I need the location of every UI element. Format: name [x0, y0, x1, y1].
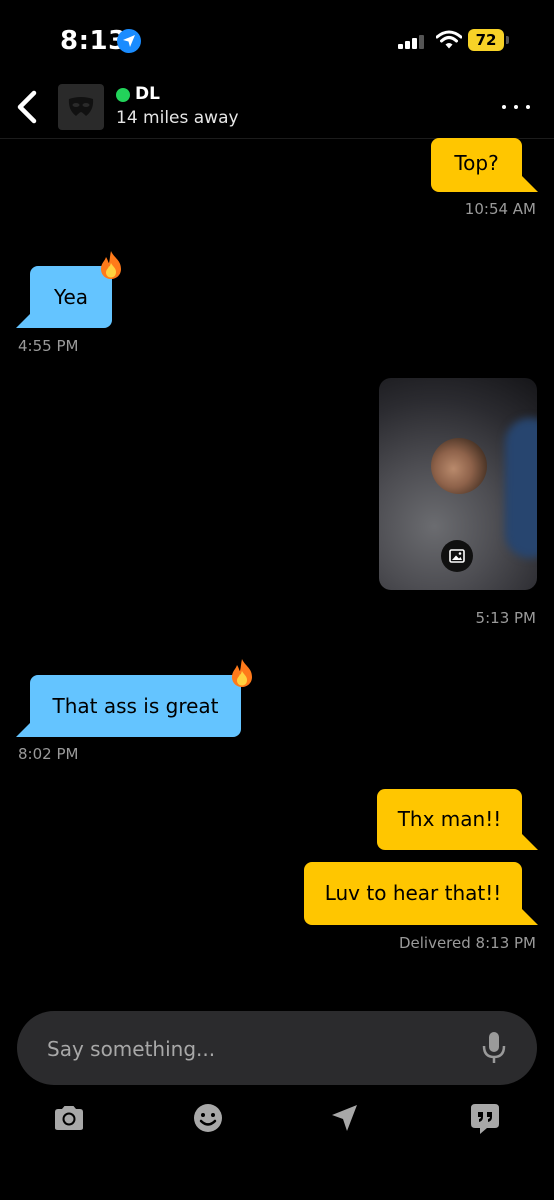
message-text: Top? [454, 151, 499, 175]
avatar[interactable] [58, 84, 104, 130]
camera-button[interactable] [51, 1100, 87, 1136]
message-timestamp: 4:55 PM [18, 337, 79, 355]
online-status-dot [116, 88, 130, 102]
send-location-button[interactable] [327, 1100, 363, 1136]
message-image[interactable] [379, 378, 537, 590]
cellular-signal-icon [398, 33, 428, 49]
message-input[interactable] [45, 1035, 469, 1063]
location-send-icon [332, 1105, 357, 1131]
fire-reaction-icon [101, 251, 121, 279]
microphone-icon [482, 1032, 506, 1063]
user-distance: 14 miles away [116, 108, 239, 128]
battery-level: 72 [475, 31, 497, 49]
fire-reaction-icon [232, 659, 252, 687]
message-timestamp: 10:54 AM [464, 200, 536, 218]
saved-phrases-button[interactable] [467, 1100, 503, 1136]
camera-icon [55, 1106, 83, 1130]
message-text: Luv to hear that!! [324, 881, 502, 905]
wifi-icon [435, 30, 463, 54]
message-bubble-outgoing[interactable]: Luv to hear that!! [304, 862, 538, 925]
message-timestamp: 8:13 PM [475, 934, 536, 952]
message-bubble-outgoing[interactable]: Top? [431, 138, 538, 192]
grindr-mask-icon [68, 97, 94, 116]
emoji-button[interactable] [190, 1100, 226, 1136]
message-bubble-outgoing[interactable]: Thx man!! [377, 789, 538, 850]
battery-tip [506, 36, 509, 44]
delivery-status: Delivered 8:13 PM [300, 934, 536, 952]
chevron-left-icon [17, 90, 37, 124]
message-timestamp: 5:13 PM [475, 609, 536, 627]
image-icon [441, 540, 473, 572]
saved-phrases-icon [471, 1104, 499, 1134]
message-composer[interactable] [17, 1011, 537, 1085]
battery-icon: 72 [468, 29, 504, 51]
message-timestamp: 8:02 PM [18, 745, 79, 763]
image-preview-crop [431, 438, 487, 494]
more-options-button[interactable] [496, 94, 536, 120]
message-text: Thx man!! [397, 807, 502, 831]
message-text: That ass is great [52, 694, 219, 718]
location-arrow-icon [117, 29, 141, 53]
status-bar: 8:13 72 [0, 0, 554, 80]
user-name[interactable]: DL [135, 84, 160, 104]
emoji-smile-icon [194, 1104, 222, 1132]
message-bubble-incoming[interactable]: That ass is great [16, 675, 241, 737]
chat-header: DL 14 miles away [0, 80, 554, 139]
back-button[interactable] [8, 84, 48, 130]
delivered-label: Delivered [398, 934, 471, 952]
voice-message-button[interactable] [479, 1029, 509, 1067]
